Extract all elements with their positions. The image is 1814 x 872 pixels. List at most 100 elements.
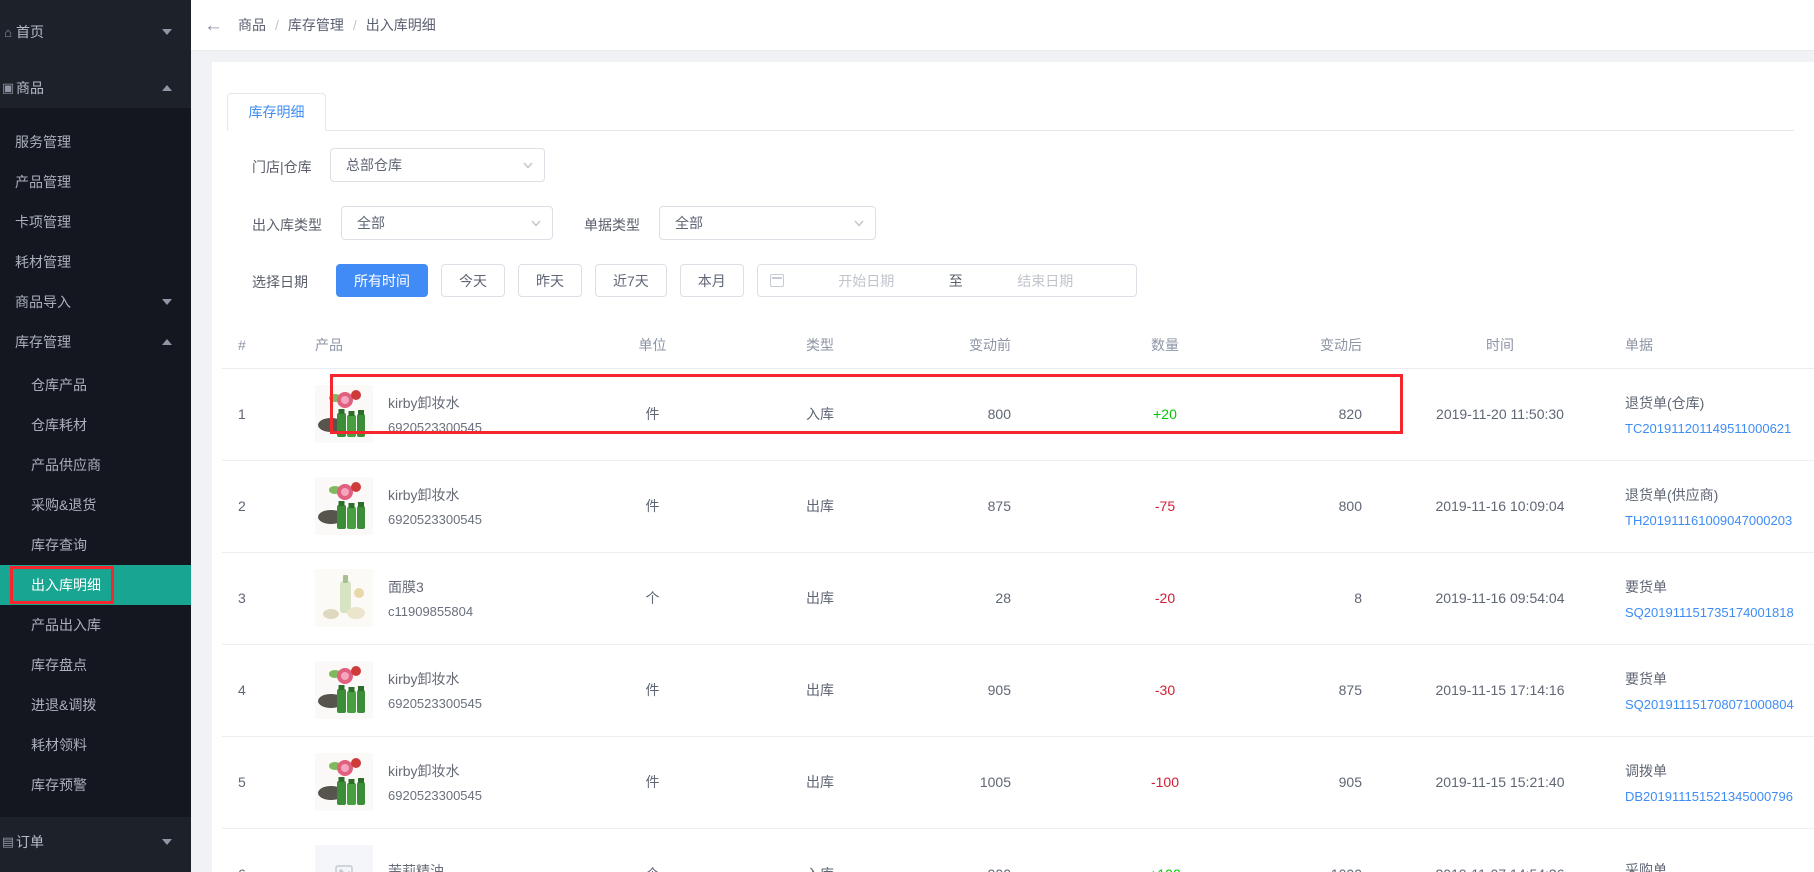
sidebar-item-inventory-mgmt[interactable]: 库存管理 bbox=[0, 322, 191, 362]
table-row: 2 kirby卸妆水 6920523300545 件 出库 875 -75 800… bbox=[222, 460, 1814, 553]
sidebar-item-product-suppliers[interactable]: 产品供应商 bbox=[0, 445, 191, 485]
doc-number-link[interactable]: SQ201911151735174001818 bbox=[1625, 605, 1814, 620]
sidebar-item-transfer[interactable]: 进退&调拨 bbox=[0, 685, 191, 725]
breadcrumb-current: 出入库明细 bbox=[365, 17, 436, 33]
orders-icon: ▤ bbox=[1, 834, 15, 849]
col-header-product: 产品 bbox=[300, 323, 600, 369]
time-value: 2019-11-15 17:14:16 bbox=[1375, 644, 1625, 737]
doc-number-link[interactable]: TH201911161009047000203 bbox=[1625, 513, 1814, 528]
product-image bbox=[315, 753, 373, 811]
chevron-down-icon bbox=[531, 220, 541, 227]
end-date-placeholder: 结束日期 bbox=[1017, 272, 1074, 289]
after-value: 1000 bbox=[1305, 828, 1375, 872]
date-button-this-month[interactable]: 本月 bbox=[679, 264, 744, 297]
sidebar-item-stock-in-out-detail[interactable]: 出入库明细 bbox=[0, 565, 191, 605]
topbar: ← 商品 / 库存管理 / 出入库明细 bbox=[191, 0, 1814, 51]
row-index: 1 bbox=[222, 368, 300, 461]
product-image bbox=[315, 477, 373, 535]
date-button-yesterday[interactable]: 昨天 bbox=[518, 264, 582, 297]
sidebar-item-warehouse-consumables[interactable]: 仓库耗材 bbox=[0, 405, 191, 445]
date-button-all-time[interactable]: 所有时间 bbox=[336, 264, 428, 297]
sidebar-item-consumable-requisition[interactable]: 耗材领料 bbox=[0, 725, 191, 765]
col-header-time: 时间 bbox=[1375, 323, 1625, 369]
sidebar-item-goods-import[interactable]: 商品导入 bbox=[0, 282, 191, 322]
sidebar-item-service-mgmt[interactable]: 服务管理 bbox=[0, 122, 191, 162]
table-row: 1 kirby卸妆水 6920523300545 件 入库 800 +20 820… bbox=[222, 368, 1814, 461]
product-image bbox=[315, 385, 373, 443]
chevron-down-icon bbox=[854, 220, 864, 227]
date-range-input[interactable]: 开始日期 至 结束日期 bbox=[756, 264, 1137, 297]
table-row: 5 kirby卸妆水 6920523300545 件 出库 1005 -100 9… bbox=[222, 736, 1814, 829]
store-select[interactable]: 总部仓库 bbox=[330, 148, 545, 182]
before-value: 28 bbox=[935, 552, 1025, 645]
table-row: 3 面膜3 c11909855804 个 出库 28 -20 8 2019-11-… bbox=[222, 552, 1814, 645]
doc-number-link[interactable]: SQ201911151708071000804 bbox=[1625, 697, 1814, 712]
breadcrumb-inventory[interactable]: 库存管理 bbox=[288, 15, 344, 35]
doc-number-link[interactable]: TC201911201149511000621 bbox=[1625, 421, 1814, 436]
doc-type-label: 要货单 bbox=[1625, 578, 1667, 595]
doc-type-label: 采购单 bbox=[1625, 862, 1667, 872]
doc-type-label: 要货单 bbox=[1625, 670, 1667, 687]
sidebar-item-consumable-mgmt[interactable]: 耗材管理 bbox=[0, 242, 191, 282]
chevron-down-icon bbox=[162, 29, 172, 35]
table-row: 6 茉莉精油 个 入库 900 +100 1000 2019-11-07 14:… bbox=[222, 828, 1814, 872]
type-value: 出库 bbox=[705, 460, 935, 553]
sidebar-item-label: 订单 bbox=[16, 834, 44, 850]
breadcrumb: 商品 / 库存管理 / 出入库明细 bbox=[238, 15, 436, 35]
type-value: 入库 bbox=[705, 828, 935, 872]
sidebar-item-stock-query[interactable]: 库存查询 bbox=[0, 525, 191, 565]
time-value: 2019-11-16 09:54:04 bbox=[1375, 552, 1625, 645]
doc-type-select[interactable]: 全部 bbox=[659, 206, 876, 240]
sidebar-item-purchase-returns[interactable]: 采购&退货 bbox=[0, 485, 191, 525]
product-image bbox=[315, 661, 373, 719]
sidebar-item-card-mgmt[interactable]: 卡项管理 bbox=[0, 202, 191, 242]
date-filter-label: 选择日期 bbox=[252, 274, 308, 290]
after-value: 875 bbox=[1305, 644, 1375, 737]
tabs-bar: 库存明细 bbox=[227, 93, 1794, 131]
doc-number-link[interactable]: DB201911151521345000796 bbox=[1625, 789, 1814, 804]
sidebar-item-stock-count[interactable]: 库存盘点 bbox=[0, 645, 191, 685]
io-type-select[interactable]: 全部 bbox=[341, 206, 553, 240]
sidebar-item-product-in-out[interactable]: 产品出入库 bbox=[0, 605, 191, 645]
product-name: kirby卸妆水 bbox=[388, 763, 460, 779]
date-button-today[interactable]: 今天 bbox=[441, 264, 505, 297]
product-code: 6920523300545 bbox=[388, 420, 482, 435]
table-row: 4 kirby卸妆水 6920523300545 件 出库 905 -30 875… bbox=[222, 644, 1814, 737]
store-select-value: 总部仓库 bbox=[346, 157, 402, 173]
before-value: 900 bbox=[935, 828, 1025, 872]
after-value: 800 bbox=[1305, 460, 1375, 553]
time-value: 2019-11-16 10:09:04 bbox=[1375, 460, 1625, 553]
product-name: kirby卸妆水 bbox=[388, 671, 460, 687]
sidebar-item-goods[interactable]: ▣ 商品 bbox=[0, 68, 191, 108]
type-value: 出库 bbox=[705, 736, 935, 829]
qty-value: +20 bbox=[1025, 368, 1305, 461]
product-image bbox=[315, 569, 373, 627]
chevron-down-icon bbox=[162, 839, 172, 845]
table-header-row: # 产品 单位 类型 变动前 数量 变动后 时间 单据 bbox=[222, 323, 1814, 369]
unit-value: 件 bbox=[600, 368, 705, 461]
qty-value: -20 bbox=[1025, 552, 1305, 645]
after-value: 8 bbox=[1305, 552, 1375, 645]
chevron-up-icon bbox=[162, 339, 172, 345]
chevron-down-icon bbox=[523, 162, 533, 169]
before-value: 905 bbox=[935, 644, 1025, 737]
unit-value: 个 bbox=[600, 552, 705, 645]
type-value: 出库 bbox=[705, 552, 935, 645]
product-code: 6920523300545 bbox=[388, 696, 482, 711]
date-to-label: 至 bbox=[948, 272, 963, 289]
calendar-icon bbox=[769, 274, 784, 287]
time-value: 2019-11-07 14:54:36 bbox=[1375, 828, 1625, 872]
breadcrumb-goods[interactable]: 商品 bbox=[238, 15, 266, 35]
sidebar-item-orders[interactable]: ▤ 订单 bbox=[0, 822, 191, 862]
sidebar-item-warehouse-products[interactable]: 仓库产品 bbox=[0, 365, 191, 405]
tab-stock-detail[interactable]: 库存明细 bbox=[227, 93, 326, 131]
date-button-last7days[interactable]: 近7天 bbox=[595, 264, 667, 297]
io-type-select-value: 全部 bbox=[357, 215, 385, 231]
sidebar-item-product-mgmt[interactable]: 产品管理 bbox=[0, 162, 191, 202]
doc-type-filter-label: 单据类型 bbox=[584, 217, 640, 233]
back-arrow-icon[interactable]: ← bbox=[204, 16, 223, 35]
sidebar-item-stock-warning[interactable]: 库存预警 bbox=[0, 765, 191, 805]
product-code: c11909855804 bbox=[388, 604, 474, 619]
store-filter-label: 门店|仓库 bbox=[252, 159, 312, 175]
sidebar-item-home[interactable]: ⌂ 首页 bbox=[0, 12, 191, 52]
